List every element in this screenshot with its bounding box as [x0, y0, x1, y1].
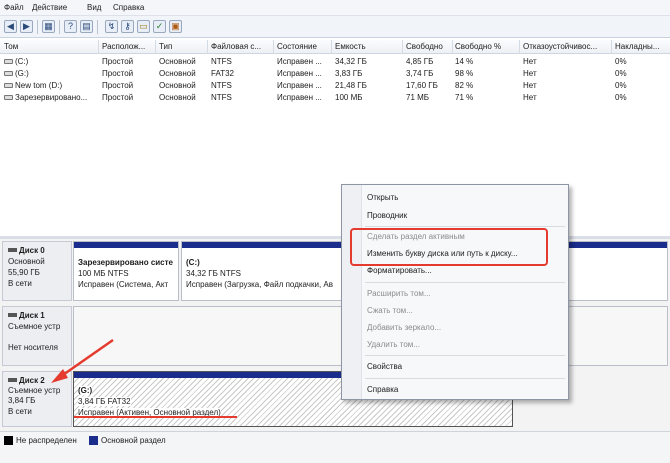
annotation-underline: [74, 416, 237, 418]
annotation-arrow: [51, 338, 114, 383]
legend-swatch-primary: [89, 436, 98, 445]
context-menu-gutter: [342, 185, 362, 399]
menu-item-help[interactable]: Справка: [367, 385, 398, 394]
menu-separator: [365, 378, 565, 379]
menu-item-shrink-volume: Сжать том...: [367, 306, 413, 315]
legend: Не распределен Основной раздел: [0, 431, 670, 463]
menu-item-extend-volume: Расширить том...: [367, 289, 431, 298]
menu-item-open[interactable]: Открыть: [367, 193, 398, 202]
annotation-highlight-box: [350, 228, 548, 266]
menu-separator: [365, 226, 565, 227]
legend-swatch-unallocated: [4, 436, 13, 445]
menu-item-explorer[interactable]: Проводник: [367, 211, 407, 220]
context-menu: Открыть Проводник Сделать раздел активны…: [341, 184, 569, 400]
legend-label-unallocated: Не распределен: [16, 436, 77, 445]
legend-label-primary: Основной раздел: [101, 436, 166, 445]
menu-separator: [365, 355, 565, 356]
menu-item-add-mirror: Добавить зеркало...: [367, 323, 442, 332]
menu-item-delete-volume: Удалить том...: [367, 340, 420, 349]
menu-item-format[interactable]: Форматировать...: [367, 266, 432, 275]
menu-separator: [365, 282, 565, 283]
menu-item-properties[interactable]: Свойства: [367, 362, 402, 371]
